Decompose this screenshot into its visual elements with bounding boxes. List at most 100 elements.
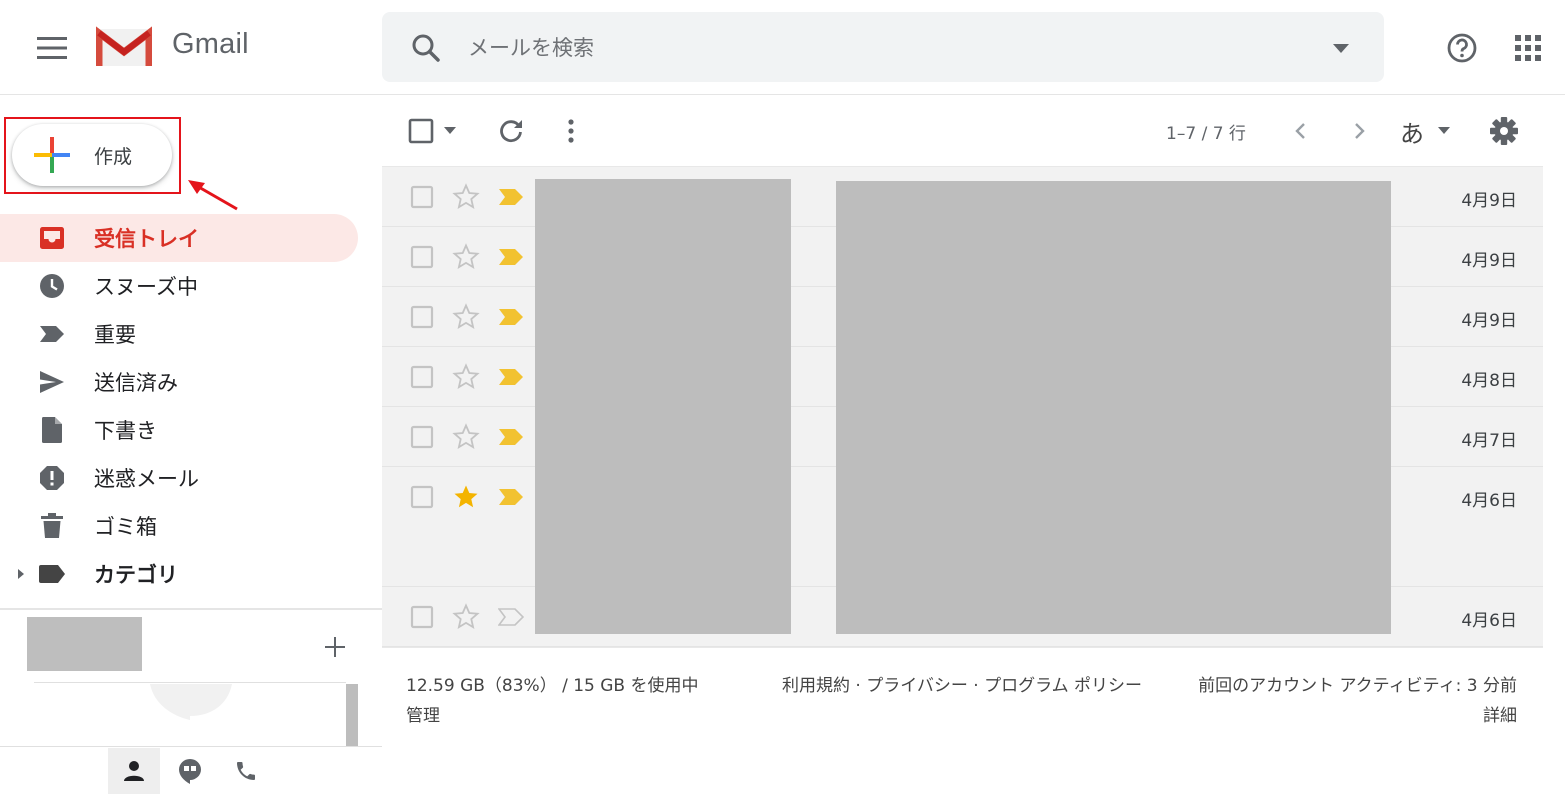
hangouts-divider (34, 682, 346, 683)
sidebar-item-spam[interactable]: 迷惑メール (0, 454, 358, 502)
not-important-marker-icon[interactable] (498, 608, 524, 626)
sidebar-divider (0, 608, 382, 610)
important-marker-icon[interactable] (498, 308, 524, 326)
send-icon (38, 370, 66, 394)
sidebar-item-inbox[interactable]: 受信トレイ (0, 214, 358, 262)
email-date: 4月9日 (1461, 251, 1517, 271)
header: Gmail (0, 0, 1565, 95)
activity-details-link[interactable]: 詳細 (1160, 701, 1517, 731)
draft-icon (38, 417, 66, 444)
star-outline-icon[interactable] (452, 363, 480, 391)
inbox-icon (38, 226, 66, 250)
search-options-button[interactable] (1324, 34, 1358, 62)
gmail-logo-icon[interactable] (96, 26, 152, 68)
legal-links[interactable]: 利用規約 · プライバシー · プログラム ポリシー (776, 671, 1148, 701)
sidebar-item-label: 送信済み (94, 371, 178, 395)
chevron-right-icon[interactable] (1346, 118, 1372, 144)
sidebar-item-drafts[interactable]: 下書き (0, 406, 358, 454)
trash-icon (38, 513, 66, 538)
expand-caret-icon[interactable] (16, 568, 26, 580)
apps-grid-icon (1515, 35, 1541, 61)
row-checkbox[interactable] (410, 425, 434, 449)
help-button[interactable] (1440, 26, 1484, 70)
row-checkbox[interactable] (410, 305, 434, 329)
sidebar-item-sent[interactable]: 送信済み (0, 358, 358, 406)
row-checkbox[interactable] (410, 485, 434, 509)
star-outline-icon[interactable] (452, 303, 480, 331)
redacted-subjects (836, 181, 1391, 634)
email-date: 4月6日 (1461, 611, 1517, 631)
sidebar-item-trash[interactable]: ゴミ箱 (0, 502, 358, 550)
important-icon (38, 322, 66, 346)
star-outline-icon[interactable] (452, 423, 480, 451)
settings-gear-icon[interactable] (1488, 115, 1520, 147)
sidebar-item-categories[interactable]: カテゴリ (0, 550, 358, 598)
pagination-count: 1–7 / 7 行 (1166, 124, 1246, 144)
main-menu-button[interactable] (28, 24, 76, 72)
search-input[interactable] (468, 30, 1288, 66)
star-filled-icon[interactable] (452, 483, 480, 511)
hangouts-user-avatar[interactable] (27, 617, 142, 671)
spam-icon (38, 466, 66, 490)
star-outline-icon[interactable] (452, 243, 480, 271)
sidebar-item-label: 迷惑メール (94, 467, 199, 491)
hangouts-icon (179, 759, 201, 784)
compose-plus-icon (34, 137, 70, 173)
phone-tab[interactable] (222, 748, 270, 794)
star-outline-icon[interactable] (452, 183, 480, 211)
sidebar-item-label: ゴミ箱 (94, 515, 157, 539)
google-apps-button[interactable] (1506, 26, 1550, 70)
phone-icon (237, 762, 255, 780)
email-date: 4月9日 (1461, 191, 1517, 211)
hangouts-bottom-divider (0, 746, 382, 747)
sidebar-item-label: スヌーズ中 (94, 275, 198, 299)
sidebar-item-snoozed[interactable]: スヌーズ中 (0, 262, 358, 310)
help-icon (1447, 33, 1477, 63)
redacted-senders (535, 179, 791, 634)
important-marker-icon[interactable] (498, 248, 524, 266)
sidebar-item-label: 重要 (94, 323, 136, 347)
row-checkbox[interactable] (410, 605, 434, 629)
plus-icon (325, 637, 345, 657)
search-icon[interactable] (408, 30, 444, 66)
sidebar-item-important[interactable]: 重要 (0, 310, 358, 358)
star-outline-icon[interactable] (452, 603, 480, 631)
row-checkbox[interactable] (410, 185, 434, 209)
clock-icon (38, 274, 66, 298)
select-all-checkbox[interactable] (408, 118, 434, 144)
caret-down-icon (1333, 43, 1349, 53)
important-marker-icon[interactable] (498, 188, 524, 206)
app-name: Gmail (172, 28, 249, 60)
email-date: 4月7日 (1461, 431, 1517, 451)
email-date: 4月6日 (1461, 491, 1517, 511)
important-marker-icon[interactable] (498, 368, 524, 386)
storage-usage: 12.59 GB（83%） / 15 GB を使用中 (406, 676, 699, 696)
contacts-tab[interactable] (108, 748, 160, 794)
compose-label: 作成 (94, 145, 133, 168)
input-tools-caret-icon[interactable] (1436, 126, 1452, 136)
manage-storage-link[interactable]: 管理 (406, 701, 440, 731)
sidebar-item-label: カテゴリ (94, 563, 178, 587)
hangouts-scrollbar[interactable] (346, 684, 358, 746)
chat-tab[interactable] (166, 748, 214, 794)
chat-bubble-icon (150, 684, 232, 720)
row-checkbox[interactable] (410, 365, 434, 389)
select-menu-caret-icon[interactable] (442, 126, 458, 136)
important-marker-icon[interactable] (498, 488, 524, 506)
annotation-arrow-icon (188, 180, 238, 211)
row-checkbox[interactable] (410, 245, 434, 269)
compose-button[interactable]: 作成 (12, 124, 172, 186)
sidebar-item-label: 受信トレイ (94, 227, 199, 251)
new-conversation-button[interactable] (318, 630, 352, 664)
hamburger-icon (37, 37, 67, 59)
email-date: 4月9日 (1461, 311, 1517, 331)
more-vert-icon[interactable] (556, 116, 586, 146)
person-icon (124, 761, 144, 781)
refresh-icon[interactable] (496, 116, 526, 146)
last-account-activity: 前回のアカウント アクティビティ: 3 分前 (1198, 676, 1517, 696)
important-marker-icon[interactable] (498, 428, 524, 446)
label-icon (38, 562, 66, 586)
chevron-left-icon[interactable] (1288, 118, 1314, 144)
email-date: 4月8日 (1461, 371, 1517, 391)
input-tools-button[interactable]: あ (1400, 114, 1424, 149)
